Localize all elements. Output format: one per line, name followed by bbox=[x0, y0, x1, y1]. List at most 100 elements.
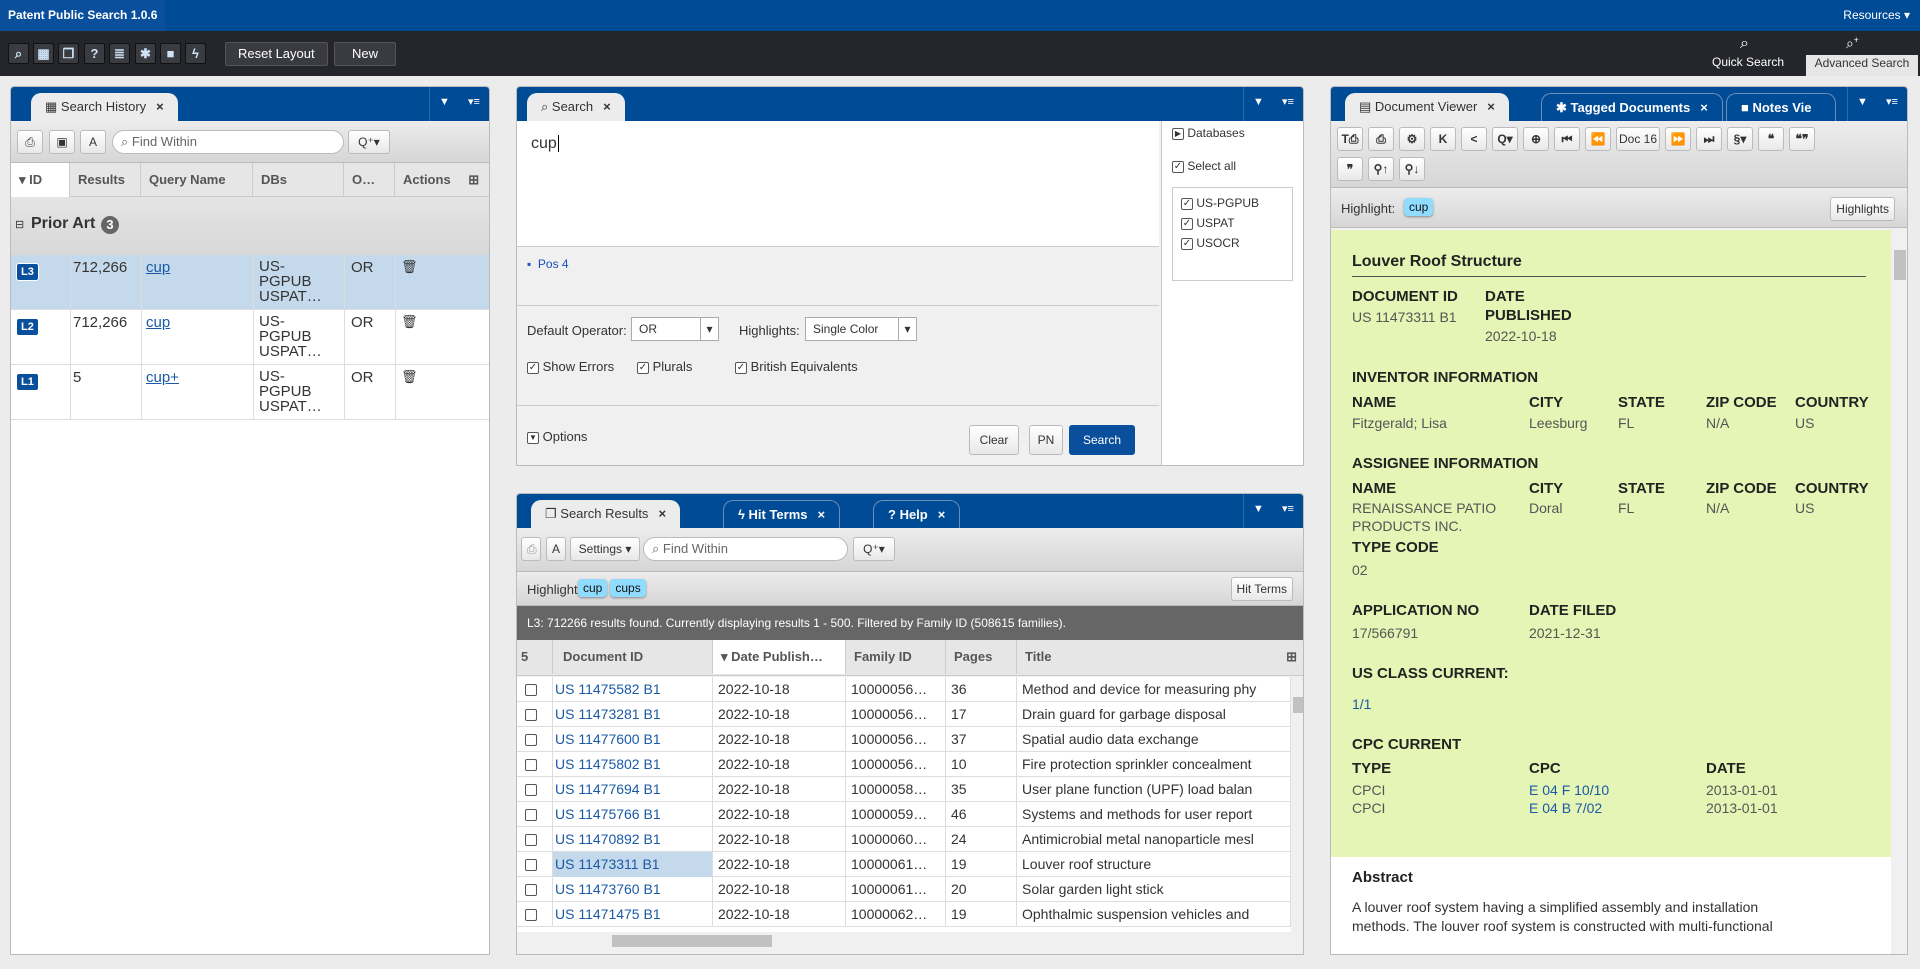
first-doc-icon[interactable]: ⏮ bbox=[1554, 127, 1580, 151]
row-checkbox[interactable] bbox=[517, 802, 553, 827]
text-image-icon[interactable]: T⎙ bbox=[1337, 127, 1363, 151]
query-textarea[interactable]: cup bbox=[517, 121, 1159, 247]
advanced-search-button[interactable]: Advanced Search bbox=[1806, 55, 1918, 76]
tab-notes-viewer[interactable]: ■ Notes Vie bbox=[1726, 93, 1836, 121]
result-row[interactable]: US 11477600 B1 2022-10-18 10000056… 37 Spati… bbox=[517, 727, 1291, 752]
show-errors-checkbox[interactable]: ✓ Show Errors bbox=[527, 359, 614, 374]
col-pages[interactable]: Pages bbox=[946, 640, 1017, 674]
panel-menu-icon[interactable]: ▾≡ bbox=[1273, 87, 1303, 121]
search-history-icon[interactable]: ▦ bbox=[33, 43, 54, 64]
find-within-input[interactable]: ⌕ Find Within bbox=[643, 537, 848, 561]
panel-dropdown-icon[interactable]: ▼ bbox=[1847, 87, 1877, 121]
col-family-id[interactable]: Family ID bbox=[846, 640, 946, 674]
result-row[interactable]: US 11475766 B1 2022-10-18 10000059… 46 Syste… bbox=[517, 802, 1291, 827]
trash-icon[interactable]: 🗑 bbox=[401, 314, 418, 330]
col-id[interactable]: ▾ ID bbox=[11, 163, 70, 197]
tagged-documents-icon[interactable]: ✱ bbox=[135, 43, 156, 64]
result-row[interactable]: US 11473760 B1 2022-10-18 10000061… 20 Solar… bbox=[517, 877, 1291, 902]
result-row[interactable]: US 11470892 B1 2022-10-18 10000060… 24 Antim… bbox=[517, 827, 1291, 852]
font-size-icon[interactable]: A bbox=[546, 537, 566, 561]
close-icon[interactable]: × bbox=[938, 507, 946, 522]
section-icon[interactable]: §▾ bbox=[1727, 127, 1753, 151]
close-icon[interactable]: × bbox=[658, 506, 666, 521]
cpc-link[interactable]: E 04 F 10/10 bbox=[1529, 781, 1609, 799]
advanced-search-icon[interactable]: ⌕⁺ bbox=[1846, 35, 1859, 52]
highlight-chip[interactable]: cup bbox=[1401, 198, 1434, 216]
notes-icon[interactable]: ■ bbox=[160, 43, 181, 64]
row-checkbox[interactable] bbox=[517, 727, 553, 752]
hit-terms-icon[interactable]: ϟ bbox=[185, 43, 206, 64]
british-equivalents-checkbox[interactable]: ✓ British Equivalents bbox=[735, 359, 858, 374]
prev-doc-icon[interactable]: ⏪ bbox=[1585, 127, 1611, 151]
col-query-name[interactable]: Query Name bbox=[141, 163, 253, 197]
history-row[interactable]: L2 712,266 cup US-PGPUB USPAT… OR 🗑 bbox=[11, 310, 489, 365]
query-name-link[interactable]: cup bbox=[146, 259, 170, 276]
search-dropdown-icon[interactable]: Q▾ bbox=[1492, 127, 1518, 151]
gear-icon[interactable]: ⚙ bbox=[1399, 127, 1425, 151]
quick-search-button[interactable]: Quick Search bbox=[1712, 55, 1784, 69]
document-id-link[interactable]: US 11473760 B1 bbox=[553, 877, 713, 902]
options-toggle[interactable]: ▼ Options bbox=[527, 429, 587, 444]
db-uspat-checkbox[interactable]: ✓ USPAT bbox=[1181, 216, 1292, 230]
vertical-scrollbar[interactable] bbox=[1891, 230, 1907, 954]
tab-tagged-documents[interactable]: ✱ Tagged Documents × bbox=[1541, 93, 1723, 121]
vertical-scrollbar[interactable] bbox=[1291, 677, 1303, 932]
col-document-id[interactable]: Document ID bbox=[553, 640, 713, 674]
tab-search-results[interactable]: ❐ Search Results × bbox=[531, 500, 681, 528]
settings-dropdown[interactable]: Settings ▾ bbox=[570, 537, 640, 561]
default-operator-select[interactable]: OR ▾ bbox=[631, 317, 719, 341]
panel-dropdown-icon[interactable]: ▼ bbox=[1243, 87, 1273, 121]
close-icon[interactable]: × bbox=[603, 99, 611, 114]
query-name-link[interactable]: cup+ bbox=[146, 369, 179, 386]
trash-icon[interactable]: 🗑 bbox=[401, 369, 418, 385]
quote-both-icon[interactable]: ❝❞ bbox=[1789, 127, 1815, 151]
result-row[interactable]: US 11471475 B1 2022-10-18 10000062… 19 Ophth… bbox=[517, 902, 1291, 927]
last-doc-icon[interactable]: ⏭ bbox=[1696, 127, 1722, 151]
db-usocr-checkbox[interactable]: ✓ USOCR bbox=[1181, 236, 1292, 250]
document-id-link[interactable]: US 11477694 B1 bbox=[553, 777, 713, 802]
query-options-button[interactable]: Q⁺▾ bbox=[853, 537, 895, 561]
row-checkbox[interactable] bbox=[517, 852, 553, 877]
document-viewer-icon[interactable]: ≣ bbox=[109, 43, 130, 64]
tab-document-viewer[interactable]: ▤ Document Viewer × bbox=[1345, 93, 1509, 121]
row-checkbox[interactable] bbox=[517, 752, 553, 777]
close-icon[interactable]: × bbox=[1700, 100, 1708, 115]
row-checkbox[interactable] bbox=[517, 827, 553, 852]
document-id-link[interactable]: US 11471475 B1 bbox=[553, 902, 713, 927]
col-title[interactable]: Title ⊞ bbox=[1017, 640, 1303, 674]
close-icon[interactable]: × bbox=[1487, 99, 1495, 114]
cpc-link[interactable]: E 04 B 7/02 bbox=[1529, 799, 1602, 817]
new-button[interactable]: New bbox=[334, 42, 396, 66]
prev-hit-icon[interactable]: ⚲↑ bbox=[1368, 157, 1394, 181]
clear-button[interactable]: Clear bbox=[969, 425, 1019, 455]
close-icon[interactable]: × bbox=[156, 99, 164, 114]
col-date-published[interactable]: ▾ Date Publish… bbox=[713, 640, 846, 674]
panel-menu-icon[interactable]: ▾≡ bbox=[1273, 494, 1303, 528]
highlights-select[interactable]: Single Color ▾ bbox=[805, 317, 917, 341]
tab-help[interactable]: ? Help × bbox=[873, 500, 961, 528]
hit-terms-button[interactable]: Hit Terms bbox=[1230, 577, 1293, 601]
zoom-in-icon[interactable]: ⊕ bbox=[1523, 127, 1549, 151]
search-icon[interactable]: ⌕ bbox=[8, 43, 29, 64]
quote-open-icon[interactable]: ❝ bbox=[1758, 127, 1784, 151]
col-results[interactable]: Results bbox=[70, 163, 141, 197]
print-icon[interactable]: ⎙ bbox=[521, 537, 541, 561]
next-doc-icon[interactable]: ⏩ bbox=[1665, 127, 1691, 151]
search-results-icon[interactable]: ❐ bbox=[58, 43, 79, 64]
row-checkbox[interactable] bbox=[517, 702, 553, 727]
document-id-link[interactable]: US 11475582 B1 bbox=[553, 677, 713, 702]
result-row[interactable]: US 11475582 B1 2022-10-18 10000056… 36 Metho… bbox=[517, 677, 1291, 702]
row-checkbox[interactable] bbox=[517, 877, 553, 902]
collapse-icon[interactable]: ⊟ bbox=[15, 218, 24, 231]
save-icon[interactable]: ▣ bbox=[49, 130, 75, 154]
resources-menu[interactable]: Resources ▾ bbox=[1843, 0, 1910, 31]
col-dbs[interactable]: DBs bbox=[253, 163, 344, 197]
trash-icon[interactable]: 🗑 bbox=[401, 259, 418, 275]
group-prior-art[interactable]: ⊟ Prior Art 3 bbox=[11, 197, 489, 255]
document-id-link[interactable]: US 11473311 B1 bbox=[553, 852, 713, 877]
help-icon[interactable]: ? bbox=[84, 43, 105, 64]
search-button[interactable]: Search bbox=[1069, 425, 1135, 455]
query-options-button[interactable]: Q⁺▾ bbox=[348, 130, 390, 154]
document-id-link[interactable]: US 11475802 B1 bbox=[553, 752, 713, 777]
col-operator[interactable]: O… bbox=[344, 163, 395, 197]
